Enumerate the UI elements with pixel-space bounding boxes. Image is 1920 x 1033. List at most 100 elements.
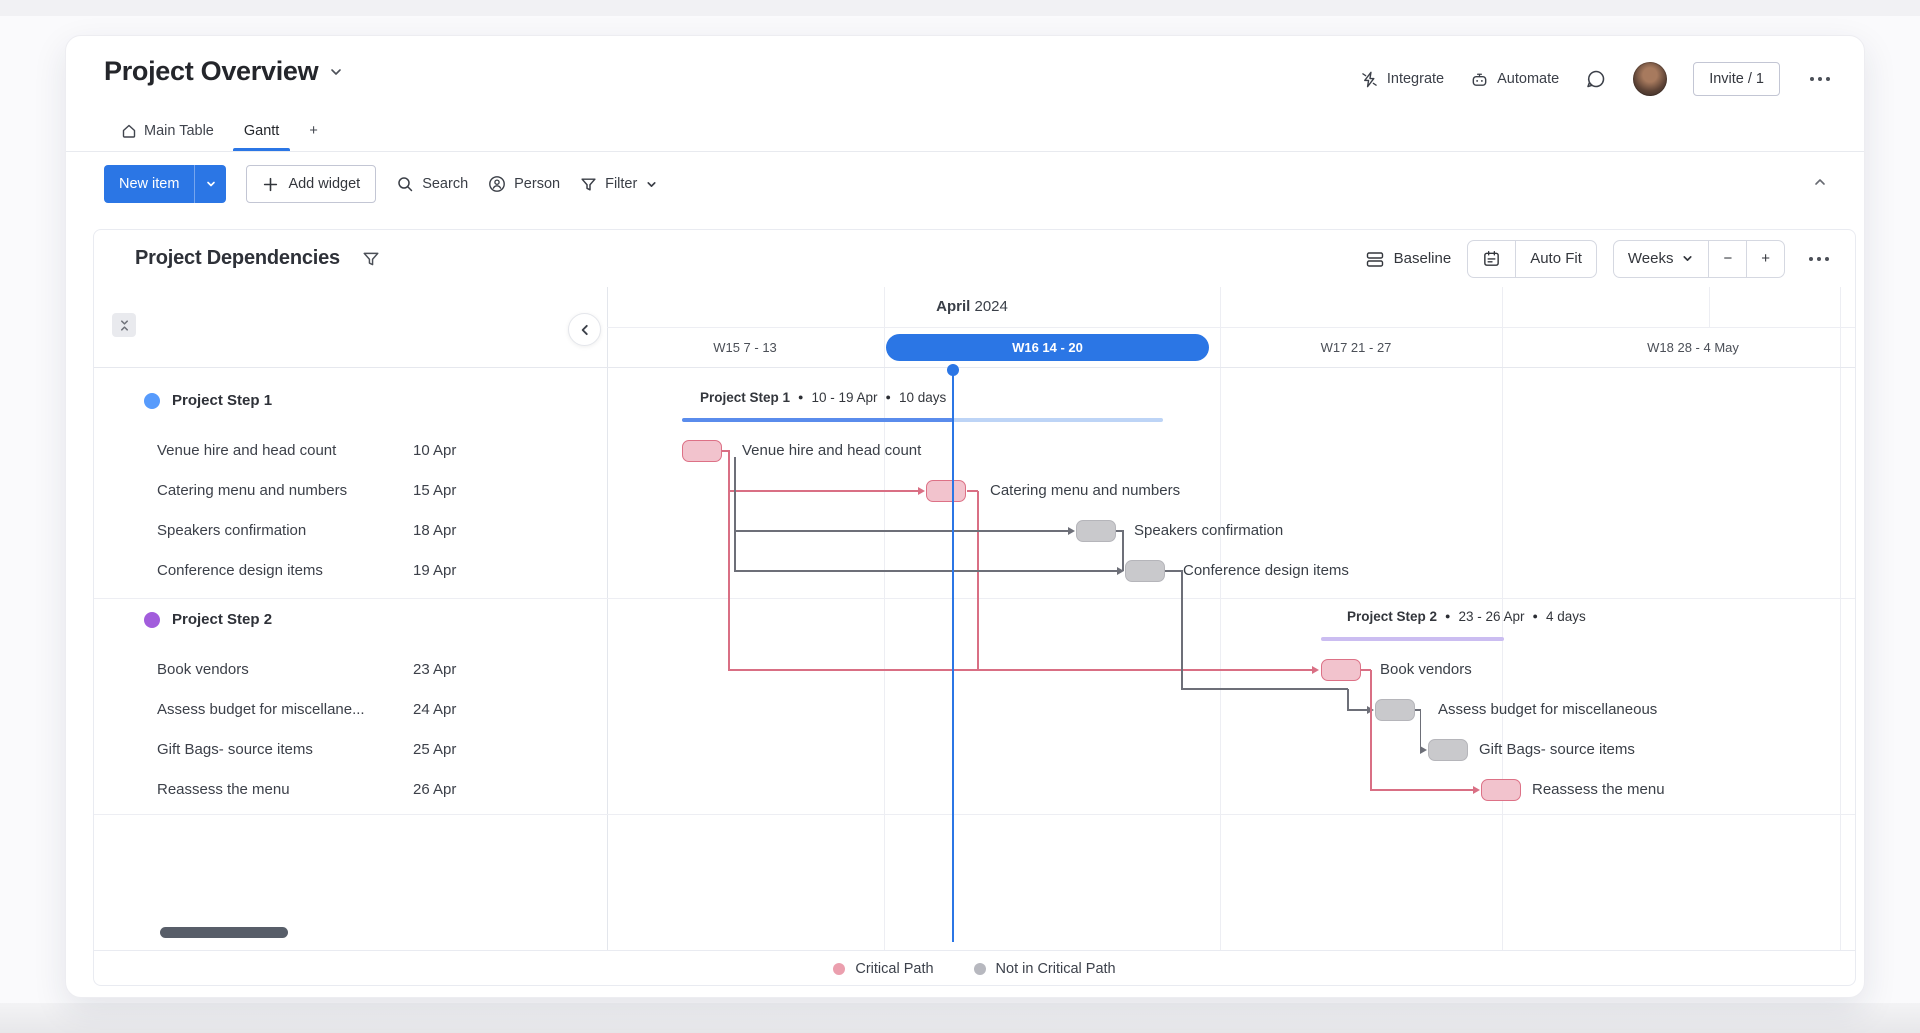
week-header-w15[interactable]: W15 7 - 13 (713, 340, 777, 355)
task-row[interactable]: Gift Bags- source items 25 Apr (94, 730, 607, 770)
collapse-toolbar-icon[interactable] (1812, 174, 1828, 190)
gridline (1840, 287, 1841, 950)
legend-label: Critical Path (855, 961, 933, 977)
divider (66, 151, 1864, 152)
task-date: 23 Apr (413, 650, 456, 690)
task-bar-book-vendors[interactable] (1321, 659, 1361, 681)
header-actions: Integrate Automate Invite / 1 (1360, 62, 1834, 96)
dependency-line (1347, 709, 1367, 711)
month-boundary-line (1709, 287, 1710, 327)
task-name[interactable]: Assess budget for miscellane... (157, 690, 365, 730)
task-bar-catering[interactable] (926, 480, 966, 502)
gantt-body: April 2024 W15 7 - 13 W16 14 - 20 W17 21… (94, 287, 1855, 950)
today-marker-dot[interactable] (947, 364, 959, 376)
task-bar-venue[interactable] (682, 440, 722, 462)
task-bar-assess-budget[interactable] (1375, 699, 1415, 721)
task-name[interactable]: Gift Bags- source items (157, 730, 313, 770)
integrate-icon (1360, 70, 1379, 89)
search-button[interactable]: Search (396, 175, 468, 193)
task-date: 15 Apr (413, 471, 456, 511)
task-bar-reassess[interactable] (1481, 779, 1521, 801)
dependency-line (1181, 570, 1183, 689)
task-name[interactable]: Book vendors (157, 650, 249, 690)
task-row[interactable]: Conference design items 19 Apr (94, 551, 607, 591)
bar-label: Gift Bags- source items (1479, 739, 1635, 761)
year: 2024 (974, 298, 1007, 315)
dependency-line (1420, 709, 1422, 750)
collapse-all-groups-button[interactable] (112, 313, 136, 337)
dependency-line (1163, 570, 1182, 572)
zoom-out-button[interactable]: − (1708, 241, 1746, 277)
invite-button[interactable]: Invite / 1 (1693, 62, 1780, 96)
new-item-label[interactable]: New item (104, 165, 194, 203)
fit-controls: Auto Fit (1467, 240, 1597, 278)
task-row[interactable]: Venue hire and head count 10 Apr (94, 431, 607, 471)
person-filter-button[interactable]: Person (488, 175, 560, 193)
integrate-button[interactable]: Integrate (1360, 70, 1444, 89)
bar-label: Conference design items (1183, 560, 1349, 582)
summary-duration: 4 days (1546, 609, 1586, 624)
dependency-line (734, 530, 1068, 532)
auto-fit-button[interactable]: Auto Fit (1515, 241, 1596, 277)
task-name[interactable]: Catering menu and numbers (157, 471, 347, 511)
add-view-button[interactable]: + (294, 111, 332, 151)
current-week-pill[interactable]: W16 14 - 20 (886, 334, 1209, 361)
board-toolbar: New item Add widget Search Person (104, 164, 658, 204)
task-row[interactable]: Reassess the menu 26 Apr (94, 770, 607, 810)
dependency-arrow (1312, 666, 1319, 674)
task-name[interactable]: Speakers confirmation (157, 511, 306, 551)
avatar[interactable] (1633, 62, 1667, 96)
filter-button[interactable]: Filter (580, 176, 658, 193)
board-more-options-icon[interactable] (1806, 73, 1834, 85)
week-header-w17[interactable]: W17 21 - 27 (1321, 340, 1392, 355)
task-bar-gift-bags[interactable] (1428, 739, 1468, 761)
funnel-icon (580, 176, 597, 193)
group-name[interactable]: Project Step 1 (172, 381, 272, 421)
task-row[interactable]: Assess budget for miscellane... 24 Apr (94, 690, 607, 730)
group-separator (94, 598, 1855, 599)
tab-gantt[interactable]: Gantt (229, 111, 294, 151)
chat-button[interactable] (1585, 68, 1607, 90)
group-row[interactable]: Project Step 2 (94, 600, 607, 640)
zoom-level-dropdown[interactable]: Weeks (1614, 241, 1709, 277)
add-widget-button[interactable]: Add widget (246, 165, 376, 203)
chat-bubble-icon (1585, 68, 1607, 90)
dependency-line (728, 490, 918, 492)
widget-filter-icon[interactable] (362, 250, 380, 268)
group-summary-bar[interactable] (1321, 637, 1504, 641)
home-icon (121, 123, 137, 139)
dependency-line (734, 570, 1117, 572)
new-item-dropdown[interactable] (194, 165, 226, 203)
jump-to-date-button[interactable] (1468, 241, 1515, 277)
chevron-down-icon[interactable] (328, 64, 344, 80)
task-date: 10 Apr (413, 431, 456, 471)
week-header-w18[interactable]: W18 28 - 4 May (1647, 340, 1739, 355)
tab-main-table[interactable]: Main Table (106, 111, 229, 151)
group-summary-bar[interactable] (953, 418, 1163, 422)
dependency-arrow (1473, 786, 1480, 794)
summary-group-name: Project Step 2 (1347, 609, 1437, 624)
task-date: 25 Apr (413, 730, 456, 770)
task-bar-speakers[interactable] (1076, 520, 1116, 542)
group-row[interactable]: Project Step 1 (94, 381, 607, 421)
automate-button[interactable]: Automate (1470, 70, 1559, 89)
group-summary-label: Project Step 1 ● 10 - 19 Apr ● 10 days (700, 387, 946, 407)
task-row[interactable]: Speakers confirmation 18 Apr (94, 511, 607, 551)
dependency-line (734, 457, 736, 571)
panel-divider[interactable] (607, 287, 608, 950)
horizontal-scrollbar-thumb[interactable] (160, 927, 288, 938)
task-row[interactable]: Book vendors 23 Apr (94, 650, 607, 690)
task-name[interactable]: Venue hire and head count (157, 431, 336, 471)
task-name[interactable]: Reassess the menu (157, 770, 290, 810)
widget-more-options-icon[interactable] (1805, 253, 1833, 265)
task-bar-conference[interactable] (1125, 560, 1165, 582)
group-summary-bar[interactable] (682, 418, 953, 422)
task-row[interactable]: Catering menu and numbers 15 Apr (94, 471, 607, 511)
zoom-in-button[interactable]: + (1746, 241, 1784, 277)
group-name[interactable]: Project Step 2 (172, 600, 272, 640)
task-date: 19 Apr (413, 551, 456, 591)
task-name[interactable]: Conference design items (157, 551, 323, 591)
new-item-button[interactable]: New item (104, 165, 226, 203)
collapse-panel-button[interactable] (568, 313, 601, 346)
baseline-button[interactable]: Baseline (1365, 249, 1452, 269)
